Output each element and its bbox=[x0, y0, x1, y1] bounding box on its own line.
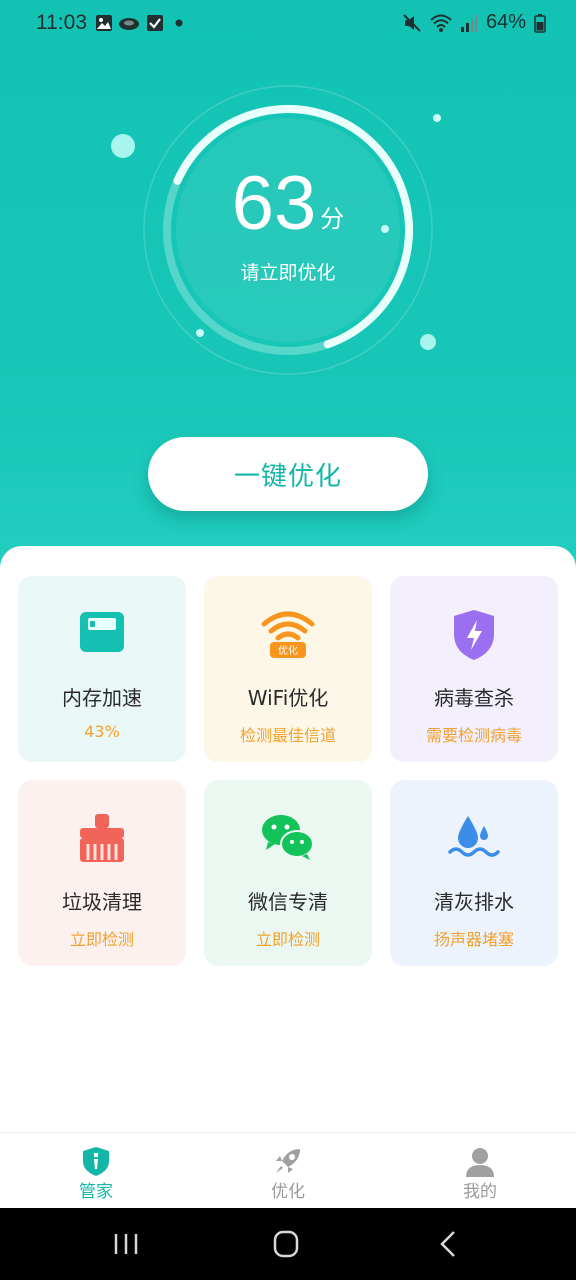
score-display: 63 分 bbox=[0, 164, 576, 259]
card-memory-boost[interactable]: 内存加速 43% bbox=[18, 576, 186, 762]
system-nav-bar bbox=[0, 1208, 576, 1280]
nav-label: 优化 bbox=[271, 1182, 305, 1202]
decor-bubble bbox=[196, 329, 204, 337]
nav-label: 管家 bbox=[79, 1182, 113, 1202]
bottom-nav: 管家 优化 我的 bbox=[0, 1132, 576, 1208]
card-subtitle: 扬声器堵塞 bbox=[433, 930, 514, 949]
score-hint: 请立即优化 bbox=[240, 262, 336, 284]
card-virus-scan[interactable]: 病毒查杀 需要检测病毒 bbox=[390, 576, 558, 762]
score-value: 63 bbox=[231, 161, 317, 246]
shield-icon bbox=[454, 610, 494, 660]
home-icon[interactable] bbox=[266, 1228, 306, 1260]
card-title: 垃圾清理 bbox=[62, 890, 142, 914]
nav-tab-profile[interactable]: 我的 bbox=[420, 1133, 540, 1209]
card-title: WiFi优化 bbox=[247, 686, 329, 710]
nav-tab-optimize[interactable]: 优化 bbox=[228, 1133, 348, 1209]
card-title: 微信专清 bbox=[248, 890, 328, 914]
wifi-optimize-icon: 优化 bbox=[261, 611, 315, 658]
card-subtitle: 需要检测病毒 bbox=[425, 726, 522, 745]
card-junk-clean[interactable]: 垃圾清理 立即检测 bbox=[18, 780, 186, 966]
card-subtitle: 43% bbox=[84, 722, 120, 741]
back-icon[interactable] bbox=[428, 1228, 468, 1260]
card-title: 病毒查杀 bbox=[434, 686, 514, 710]
card-subtitle: 立即检测 bbox=[69, 930, 134, 949]
housekeeper-icon bbox=[83, 1147, 109, 1176]
decor-bubble bbox=[111, 134, 135, 158]
card-wechat-clean[interactable]: 微信专清 立即检测 bbox=[204, 780, 372, 966]
svg-text:优化: 优化 bbox=[278, 644, 298, 657]
card-dust-water[interactable]: 清灰排水 扬声器堵塞 bbox=[390, 780, 558, 966]
user-icon bbox=[466, 1148, 494, 1177]
nav-label: 我的 bbox=[463, 1182, 497, 1202]
water-drop-icon bbox=[448, 816, 500, 857]
rocket-icon bbox=[276, 1149, 300, 1173]
card-wifi-optimize[interactable]: 优化 WiFi优化 检测最佳信道 bbox=[204, 576, 372, 762]
recents-icon[interactable] bbox=[106, 1228, 146, 1260]
one-key-optimize-button[interactable]: 一键优化 bbox=[148, 437, 428, 511]
decor-bubble bbox=[420, 334, 436, 350]
score-unit: 分 bbox=[320, 205, 345, 233]
decor-bubble bbox=[433, 114, 441, 122]
memory-icon bbox=[80, 612, 124, 652]
wechat-icon bbox=[262, 815, 314, 860]
card-subtitle: 检测最佳信道 bbox=[239, 726, 336, 745]
card-subtitle: 立即检测 bbox=[255, 930, 320, 949]
broom-icon bbox=[80, 814, 124, 862]
nav-tab-housekeeper[interactable]: 管家 bbox=[36, 1133, 156, 1209]
card-title: 内存加速 bbox=[62, 686, 142, 710]
card-title: 清灰排水 bbox=[434, 890, 514, 914]
feature-panel: 内存加速 43% 优化 WiFi优化 检测最佳信道 病毒查杀 需要检测病毒 垃圾… bbox=[0, 546, 576, 1136]
